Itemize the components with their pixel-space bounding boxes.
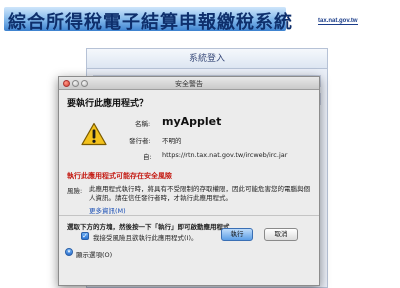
site-logo: tax.nat.gov.tw: [318, 18, 358, 25]
security-warning-dialog: 安全警告 要執行此應用程式？ 名稱: myApplet 發行者: 不明的 自: …: [58, 76, 320, 286]
publisher-value: 不明的: [162, 137, 182, 145]
risk-label: 風險:: [67, 187, 83, 195]
site-title: 綜合所得稅電子結算申報繳稅系統: [8, 12, 293, 33]
accept-risk-checkbox[interactable]: ✓: [81, 232, 89, 240]
app-name: myApplet: [162, 115, 222, 128]
accept-risk-label[interactable]: 我接受風險且欲執行此應用程式(I)。: [93, 232, 198, 242]
risk-heading: 執行此應用程式可能存在安全風險: [67, 172, 172, 180]
dialog-title: 安全警告: [175, 80, 203, 88]
source-url: https://rtn.tax.nat.gov.tw/ircweb/irc.ja…: [162, 151, 288, 159]
run-button[interactable]: 執行: [221, 228, 253, 241]
page-header: 綜合所得稅電子結算申報繳稅系統 tax.nat.gov.tw: [0, 0, 400, 38]
name-label: 名稱:: [135, 120, 151, 128]
warning-triangle-icon: [81, 122, 107, 146]
publisher-label: 發行者:: [129, 137, 151, 145]
source-label: 自:: [143, 153, 152, 161]
dialog-titlebar[interactable]: 安全警告: [59, 77, 319, 90]
run-instruction: 選取下方的方塊，然後按一下「執行」即可啟動應用程式: [67, 223, 230, 231]
show-options-chevron-icon[interactable]: ▾: [65, 248, 73, 256]
dialog-question: 要執行此應用程式？: [67, 99, 149, 109]
cancel-button[interactable]: 取消: [264, 228, 298, 241]
login-panel-title: 系統登入: [87, 49, 327, 69]
more-info-link[interactable]: 更多資訊(M): [89, 205, 126, 215]
show-options-label[interactable]: 顯示選項(O): [76, 249, 112, 259]
risk-description: 此應用程式執行時，將具有不受限制的存取權限，因此可能危害您的電腦與個人資訊。請在…: [89, 185, 310, 202]
dialog-divider: [59, 215, 319, 216]
